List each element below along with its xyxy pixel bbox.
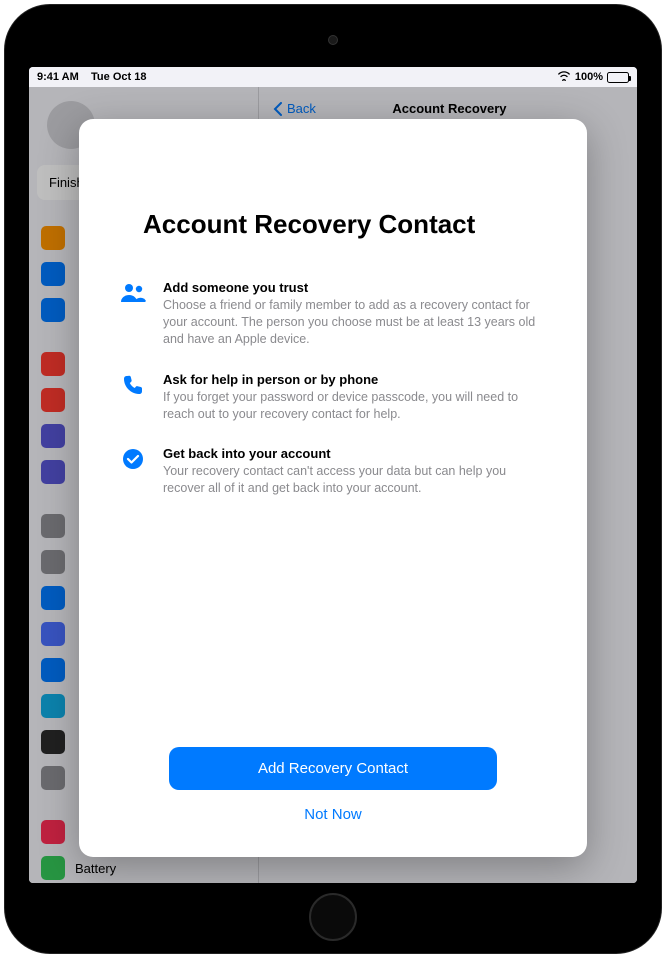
app-icon xyxy=(41,856,65,880)
app-icon xyxy=(41,730,65,754)
modal-item-desc: Choose a friend or family member to add … xyxy=(163,297,547,348)
not-now-button[interactable]: Not Now xyxy=(300,802,366,827)
phone-icon xyxy=(119,372,147,400)
app-icon xyxy=(41,622,65,646)
status-date: Tue Oct 18 xyxy=(91,71,146,83)
people-icon xyxy=(119,280,147,308)
app-icon xyxy=(41,298,65,322)
modal-item-desc: If you forget your password or device pa… xyxy=(163,389,547,423)
app-icon xyxy=(41,424,65,448)
checkmark-circle-icon xyxy=(119,446,147,474)
modal-title: Account Recovery Contact xyxy=(143,209,547,240)
modal-item-title: Get back into your account xyxy=(163,446,547,461)
modal-item-title: Ask for help in person or by phone xyxy=(163,372,547,387)
account-recovery-modal: Account Recovery Contact Add someone you… xyxy=(79,119,587,857)
main-title: Account Recovery xyxy=(392,101,506,116)
app-icon xyxy=(41,460,65,484)
ipad-device-frame: 9:41 AM Tue Oct 18 100% Finish Setting U… xyxy=(5,5,661,953)
modal-item-desc: Your recovery contact can't access your … xyxy=(163,463,547,497)
app-icon xyxy=(41,586,65,610)
app-icon xyxy=(41,766,65,790)
app-icon xyxy=(41,262,65,286)
back-label: Back xyxy=(287,101,316,116)
app-icon xyxy=(41,550,65,574)
app-icon xyxy=(41,658,65,682)
device-camera xyxy=(328,35,338,45)
sidebar-item-label: Battery xyxy=(75,861,116,876)
app-icon xyxy=(41,226,65,250)
back-button[interactable]: Back xyxy=(273,101,316,116)
status-time-date: 9:41 AM Tue Oct 18 xyxy=(37,71,146,83)
battery-icon xyxy=(607,72,629,83)
battery-percent: 100% xyxy=(575,71,603,83)
modal-item-title: Add someone you trust xyxy=(163,280,547,295)
modal-items: Add someone you trust Choose a friend or… xyxy=(119,280,547,747)
status-time: 9:41 AM xyxy=(37,71,79,83)
modal-item-phone: Ask for help in person or by phone If yo… xyxy=(119,372,547,423)
status-bar: 9:41 AM Tue Oct 18 100% xyxy=(29,67,637,87)
screen: 9:41 AM Tue Oct 18 100% Finish Setting U… xyxy=(29,67,637,883)
wifi-icon xyxy=(557,70,571,84)
app-icon xyxy=(41,388,65,412)
app-icon xyxy=(41,352,65,376)
modal-item-trust: Add someone you trust Choose a friend or… xyxy=(119,280,547,348)
add-recovery-contact-button[interactable]: Add Recovery Contact xyxy=(169,747,497,790)
app-icon xyxy=(41,820,65,844)
app-icon xyxy=(41,694,65,718)
home-button[interactable] xyxy=(309,893,357,941)
app-icon xyxy=(41,514,65,538)
modal-item-account: Get back into your account Your recovery… xyxy=(119,446,547,497)
